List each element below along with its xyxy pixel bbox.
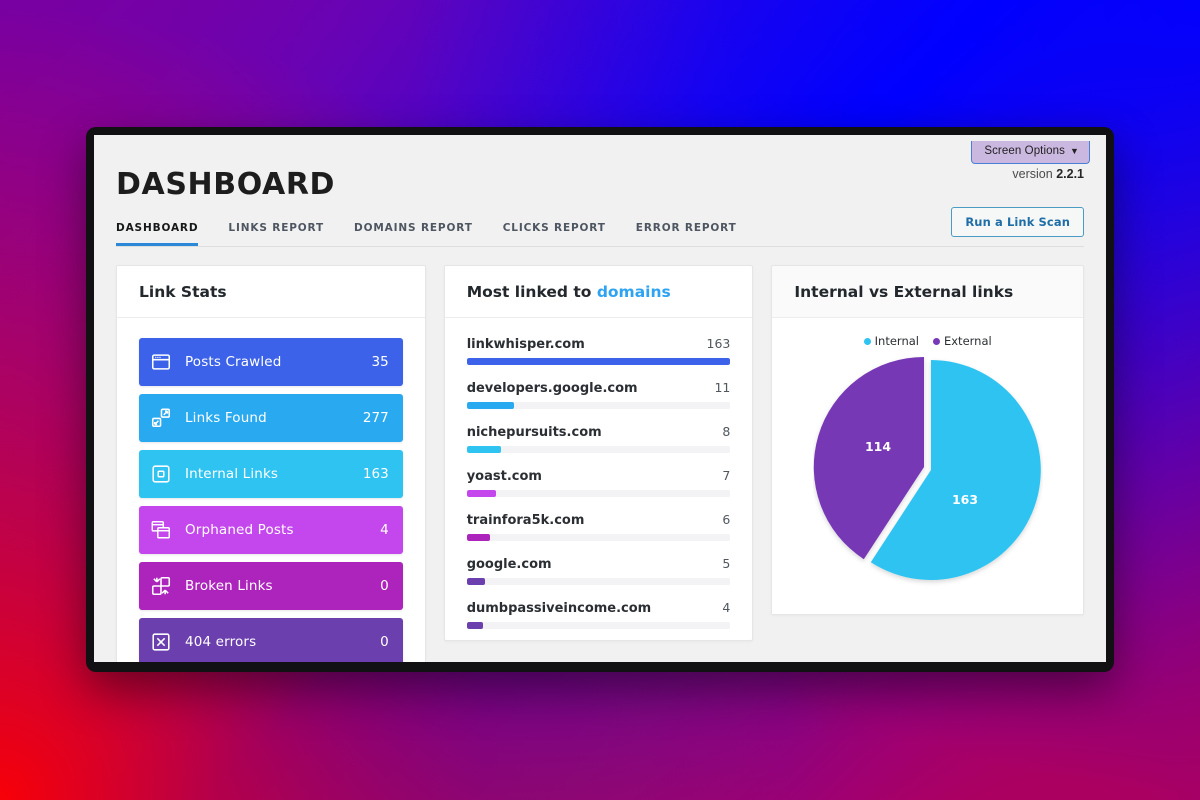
stat-row-orphaned-posts[interactable]: Orphaned Posts 4 xyxy=(139,506,403,554)
broken-link-icon xyxy=(149,574,173,598)
stat-label: Links Found xyxy=(185,410,267,426)
browser-window-icon xyxy=(149,350,173,374)
domain-name: linkwhisper.com xyxy=(466,337,585,352)
domain-name: developers.google.com xyxy=(466,381,638,396)
stat-row-links-found[interactable]: Links Found 277 xyxy=(139,394,403,442)
stat-value: 0 xyxy=(380,578,389,594)
domain-bar-fill xyxy=(466,578,486,585)
stat-label: Broken Links xyxy=(185,578,273,594)
tab-links-report[interactable]: LINKS REPORT xyxy=(228,222,324,246)
tab-error-report[interactable]: ERROR REPORT xyxy=(636,222,737,246)
domain-count: 5 xyxy=(722,556,731,571)
stat-label: Internal Links xyxy=(185,466,279,482)
stat-label: Orphaned Posts xyxy=(185,522,294,538)
list-item[interactable]: yoast.com 7 xyxy=(466,468,731,497)
version-label: version 2.2.1 xyxy=(1012,167,1084,181)
domain-bar-track xyxy=(466,490,731,497)
linked-squares-icon xyxy=(149,406,173,430)
most-linked-title: Most linked to domains xyxy=(444,266,753,318)
domain-bar-fill xyxy=(466,622,483,629)
domain-bar-fill xyxy=(466,490,496,497)
stat-row-posts-crawled[interactable]: Posts Crawled 35 xyxy=(139,338,403,386)
list-item[interactable]: dumbpassiveincome.com 4 xyxy=(466,600,731,629)
domain-count: 7 xyxy=(722,468,731,483)
domain-bar-fill xyxy=(466,358,731,365)
version-prefix: version xyxy=(1012,167,1053,181)
domain-bar-fill xyxy=(466,446,501,453)
domain-bar-track xyxy=(466,622,731,629)
list-item[interactable]: nichepursuits.com 8 xyxy=(466,424,731,453)
page-header: Screen Options ▼ version 2.2.1 DASHBOARD … xyxy=(94,135,1106,247)
pie-slice-external-label: 114 xyxy=(865,439,891,454)
pie-legend: Internal External xyxy=(772,334,1083,348)
tab-dashboard[interactable]: DASHBOARD xyxy=(116,222,199,246)
chevron-down-icon: ▼ xyxy=(1069,146,1079,156)
domain-count: 4 xyxy=(722,600,731,615)
tab-domains-report[interactable]: DOMAINS REPORT xyxy=(354,222,473,246)
most-linked-domains-card: Most linked to domains linkwhisper.com 1… xyxy=(443,265,754,641)
stat-value: 277 xyxy=(362,410,389,426)
link-stats-title: Link Stats xyxy=(117,266,425,318)
legend-item-internal[interactable]: Internal xyxy=(863,334,919,348)
domain-bar-fill xyxy=(466,534,491,541)
tab-clicks-report[interactable]: CLICKS REPORT xyxy=(503,222,606,246)
link-stats-card: Link Stats Posts Crawled 35 Links Found … xyxy=(116,265,426,662)
dashboard-columns: Link Stats Posts Crawled 35 Links Found … xyxy=(94,247,1106,662)
domain-bar-track xyxy=(466,534,731,541)
stat-value: 163 xyxy=(362,466,389,482)
most-linked-title-prefix: Most linked to xyxy=(466,283,597,301)
pie-svg: 163 114 xyxy=(813,356,1041,580)
stat-value: 35 xyxy=(371,354,389,370)
domains-list: linkwhisper.com 163 developers.google.co… xyxy=(445,318,753,640)
stat-row-404-errors[interactable]: 404 errors 0 xyxy=(139,618,403,662)
page-title: DASHBOARD xyxy=(116,167,336,202)
stat-label: Posts Crawled xyxy=(185,354,282,370)
stat-value: 4 xyxy=(380,522,389,538)
stat-row-broken-links[interactable]: Broken Links 0 xyxy=(139,562,403,610)
square-in-square-icon xyxy=(149,462,173,486)
domain-bar-fill xyxy=(466,402,515,409)
pie-chart-title: Internal vs External links xyxy=(772,266,1083,318)
domain-name: trainfora5k.com xyxy=(466,513,585,528)
domain-name: nichepursuits.com xyxy=(466,425,602,440)
run-link-scan-button[interactable]: Run a Link Scan xyxy=(951,207,1084,237)
stacked-windows-icon xyxy=(149,518,173,542)
domain-count: 6 xyxy=(722,512,731,527)
domain-count: 11 xyxy=(714,380,731,395)
legend-dot-icon xyxy=(863,337,871,345)
domain-bar-track xyxy=(466,358,731,365)
tab-bar: DASHBOARD LINKS REPORT DOMAINS REPORT CL… xyxy=(116,207,1084,247)
stat-row-internal-links[interactable]: Internal Links 163 xyxy=(139,450,403,498)
legend-item-external[interactable]: External xyxy=(932,334,992,348)
pie-chart: 163 114 xyxy=(772,356,1083,588)
domain-bar-track xyxy=(466,578,731,585)
legend-label: Internal xyxy=(874,334,919,348)
list-item[interactable]: google.com 5 xyxy=(466,556,731,585)
domain-count: 163 xyxy=(706,336,731,351)
device-frame: Screen Options ▼ version 2.2.1 DASHBOARD … xyxy=(86,127,1114,672)
link-stats-list: Posts Crawled 35 Links Found 277 Interna… xyxy=(117,318,425,662)
domain-name: yoast.com xyxy=(466,469,542,484)
domain-bar-track xyxy=(466,402,731,409)
legend-dot-icon xyxy=(932,337,940,345)
internal-vs-external-card: Internal vs External links Internal Exte… xyxy=(771,265,1084,615)
legend-label: External xyxy=(943,334,992,348)
domain-bar-track xyxy=(466,446,731,453)
domain-name: dumbpassiveincome.com xyxy=(466,601,652,616)
pie-chart-body: Internal External 163 114 xyxy=(772,318,1083,614)
list-item[interactable]: developers.google.com 11 xyxy=(466,380,731,409)
most-linked-title-accent: domains xyxy=(596,283,671,301)
pie-slice-internal-label: 163 xyxy=(952,492,978,507)
stat-value: 0 xyxy=(380,634,389,650)
version-number: 2.2.1 xyxy=(1056,167,1084,181)
domain-name: google.com xyxy=(466,557,552,572)
stat-label: 404 errors xyxy=(185,634,257,650)
x-box-icon xyxy=(149,630,173,654)
list-item[interactable]: trainfora5k.com 6 xyxy=(466,512,731,541)
domain-count: 8 xyxy=(722,424,731,439)
list-item[interactable]: linkwhisper.com 163 xyxy=(466,336,731,365)
screen-options-label: Screen Options xyxy=(984,145,1065,157)
screen-options-button[interactable]: Screen Options ▼ xyxy=(971,141,1090,164)
app-window: Screen Options ▼ version 2.2.1 DASHBOARD … xyxy=(94,135,1106,662)
